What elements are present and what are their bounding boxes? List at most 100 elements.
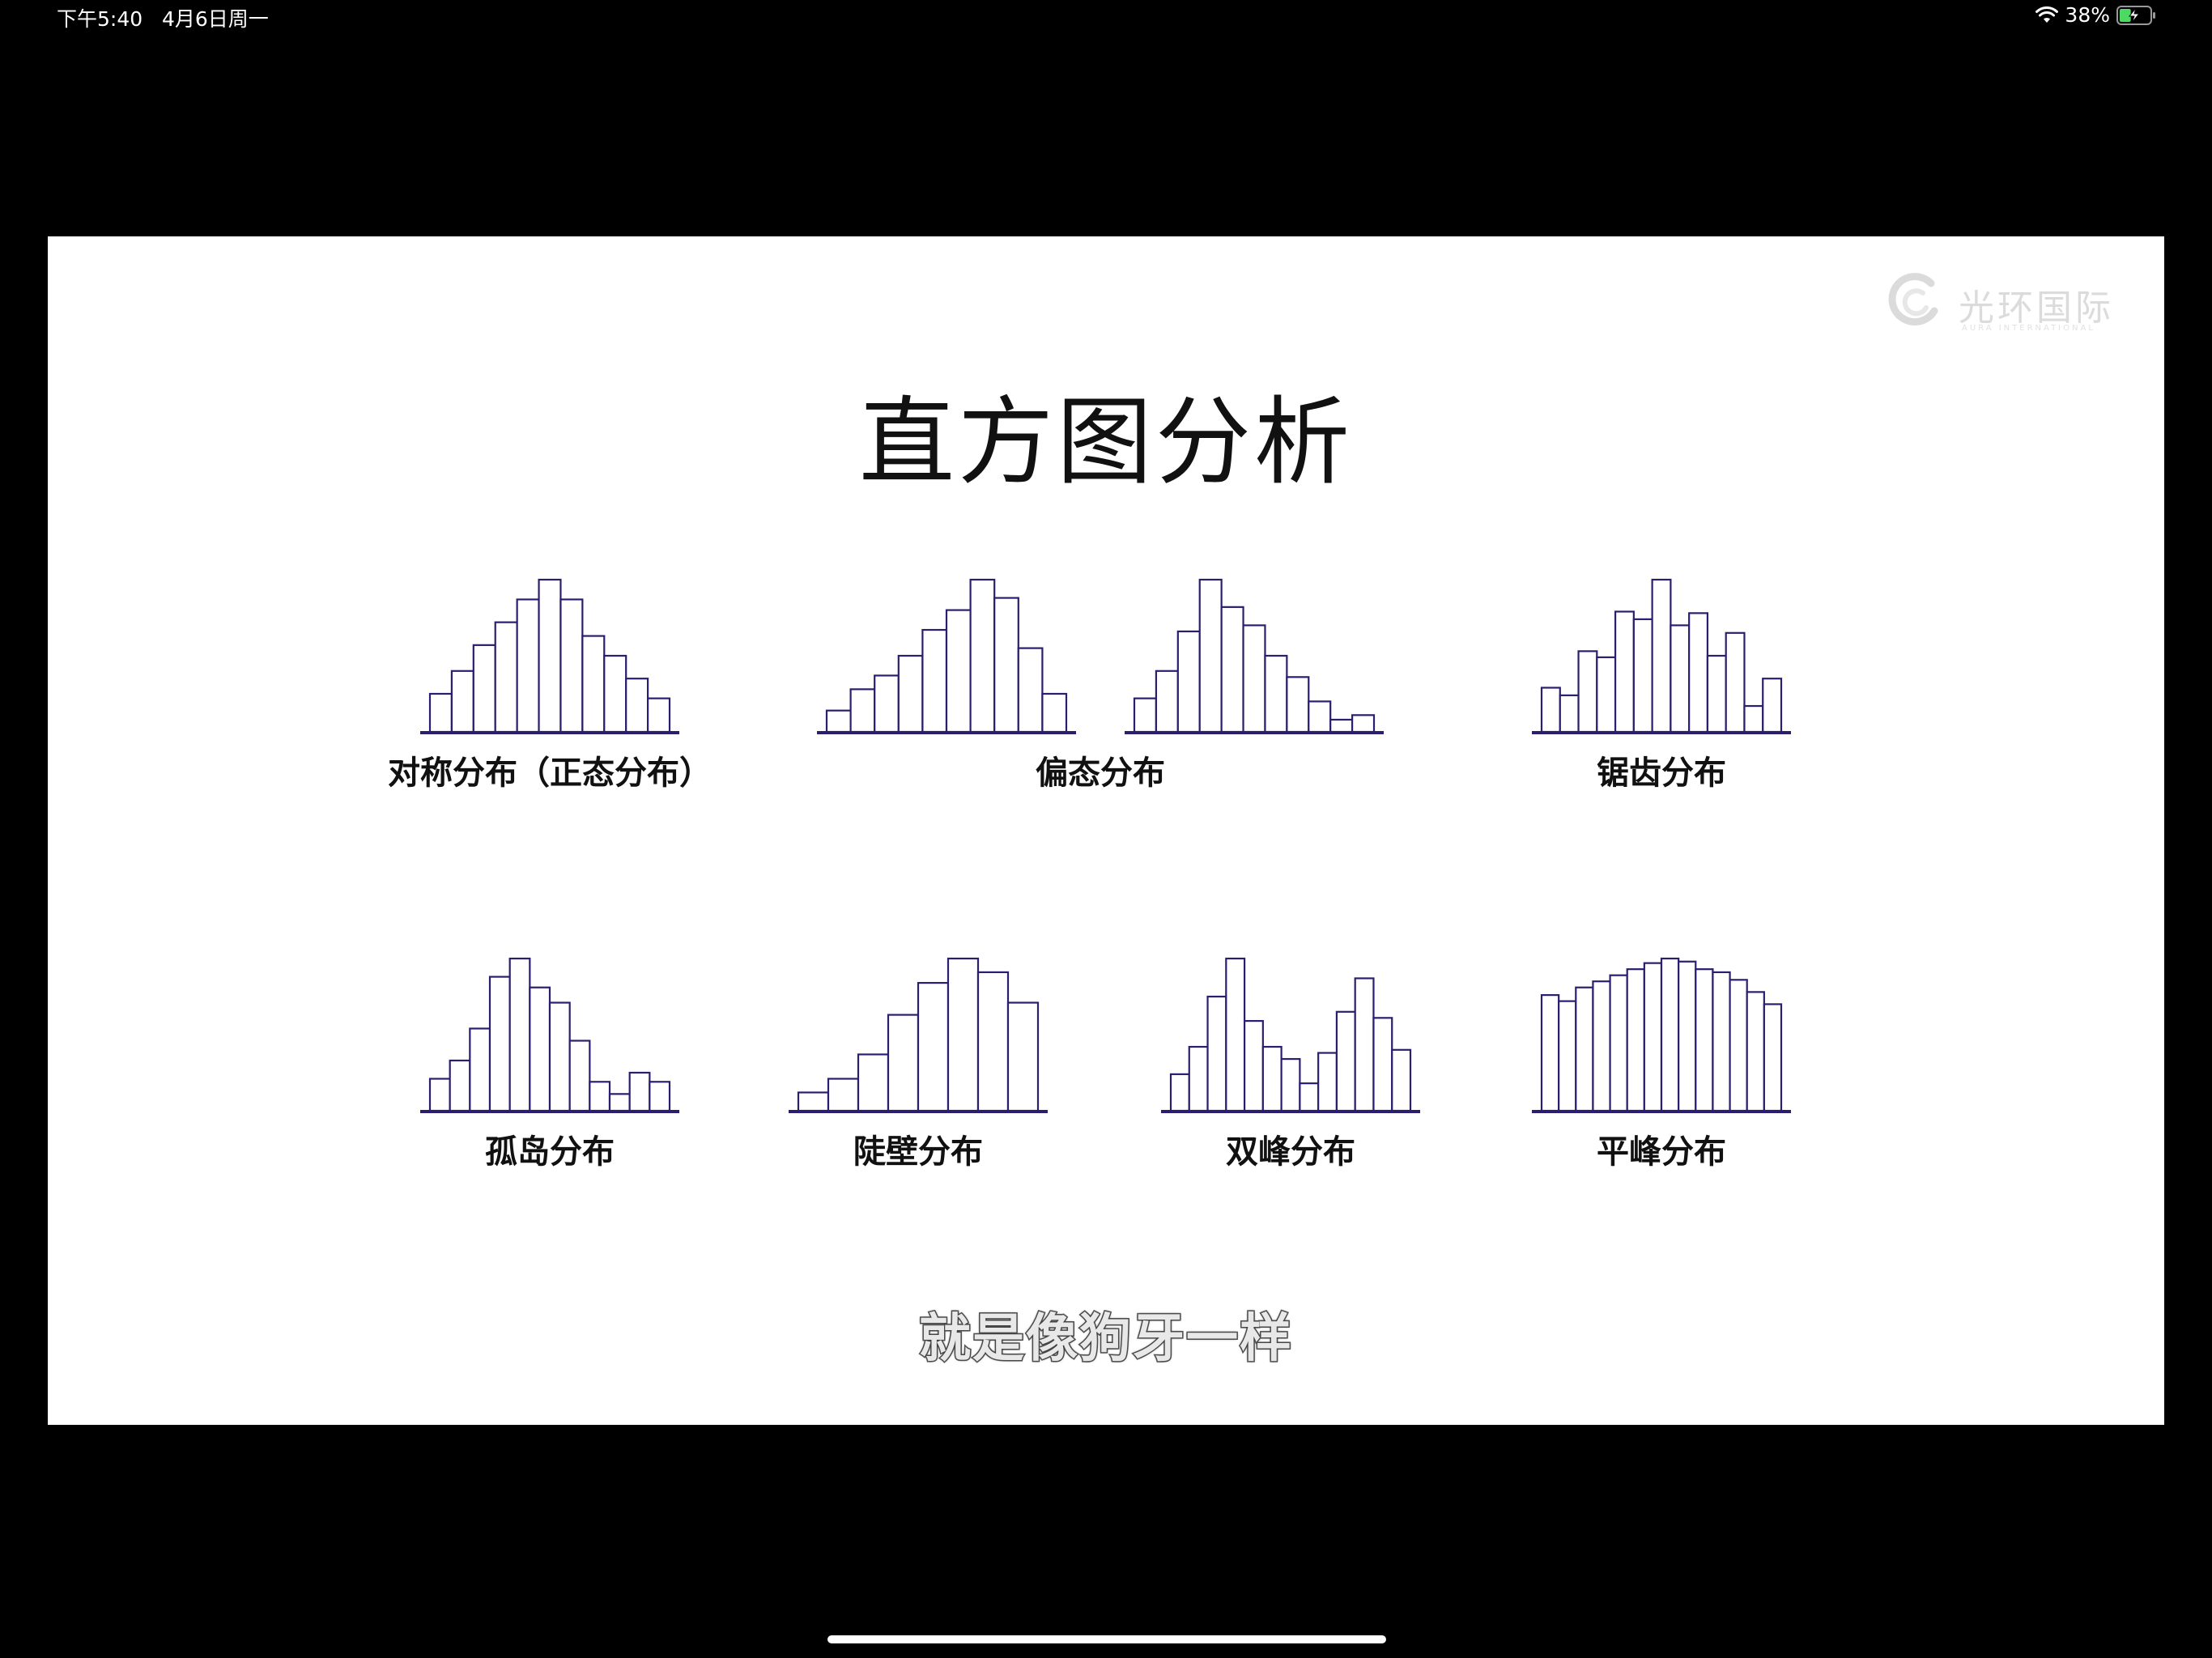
skew-left-bar-2 (849, 688, 876, 733)
cliff-bar-8 (1006, 1001, 1040, 1112)
island-bar-9 (589, 1081, 611, 1112)
skew-left-bar-7 (969, 578, 996, 733)
island-bar-1 (428, 1078, 451, 1112)
island-bar-5 (508, 957, 531, 1112)
histogram-sawtooth (1532, 578, 1791, 734)
sawtooth-bar-11 (1725, 631, 1746, 733)
skew-right-bar-1 (1133, 697, 1158, 733)
label-plateau: 平峰分布 (1597, 1133, 1726, 1171)
bimodal-bar-8 (1299, 1082, 1320, 1112)
skew-right-bar-5 (1220, 606, 1244, 733)
bimodal-bar-6 (1261, 1045, 1283, 1112)
symmetric-bar-6 (538, 578, 562, 733)
sawtooth-bar-2 (1559, 694, 1580, 733)
histogram-skew-right (1125, 578, 1384, 734)
sawtooth-bar-9 (1688, 612, 1709, 733)
cliff-bar-5 (917, 981, 950, 1112)
logo-swirl-icon (1888, 273, 1938, 326)
slide-title: 直方图分析 (858, 386, 1353, 498)
symmetric-bar-4 (494, 621, 518, 733)
sawtooth-bar-12 (1743, 704, 1764, 733)
sawtooth-bar-10 (1706, 654, 1727, 733)
symmetric-bar-5 (516, 598, 540, 733)
sawtooth-bar-8 (1670, 624, 1691, 733)
skew-left-bar-3 (874, 674, 900, 733)
island-bar-4 (488, 976, 511, 1112)
bimodal-bar-10 (1335, 1010, 1356, 1112)
skew-right-bar-3 (1176, 630, 1201, 733)
sawtooth-bar-3 (1577, 650, 1598, 733)
label-island: 孤岛分布 (485, 1133, 615, 1171)
logo-subtext: AURA INTERNATIONAL (1962, 324, 2095, 333)
bimodal-bar-2 (1188, 1045, 1209, 1112)
island-bar-11 (628, 1071, 651, 1112)
skew-right-bar-7 (1264, 654, 1288, 733)
skew-right-bar-2 (1155, 670, 1179, 733)
status-indicators: 38% (2035, 3, 2157, 27)
skew-left-bar-4 (897, 654, 924, 733)
histogram-island (420, 957, 679, 1113)
skew-left-bar-6 (945, 609, 972, 733)
plateau-bar-14 (1763, 1003, 1783, 1112)
bimodal-bar-12 (1372, 1017, 1393, 1112)
symmetric-bar-10 (625, 678, 649, 733)
skew-right-bar-6 (1242, 624, 1266, 733)
bimodal-bar-4 (1225, 957, 1246, 1112)
symmetric-bar-8 (581, 635, 606, 733)
symmetric-bar-2 (450, 670, 474, 733)
plateau-bar-11 (1712, 971, 1731, 1112)
plateau-bar-3 (1575, 986, 1594, 1112)
symmetric-bar-3 (472, 644, 496, 733)
histogram-cliff (789, 957, 1048, 1113)
label-cliff: 陡壁分布 (853, 1133, 983, 1171)
skew-right-bar-11 (1351, 714, 1376, 733)
skew-right-bar-10 (1329, 718, 1354, 733)
slide: 光环国际 AURA INTERNATIONAL 直方图分析 对称分布（正态分布）… (48, 236, 2164, 1425)
skew-left-bar-9 (1017, 647, 1044, 733)
battery-charging-icon (2116, 5, 2157, 25)
bimodal-bar-7 (1280, 1057, 1301, 1112)
skew-right-bar-4 (1198, 578, 1223, 733)
sawtooth-bar-1 (1540, 687, 1561, 733)
skew-left-bar-1 (825, 709, 852, 733)
symmetric-bar-11 (646, 697, 671, 733)
plateau-bar-2 (1558, 1000, 1577, 1112)
island-bar-7 (548, 1001, 571, 1112)
status-time: 下午5:40 4月6日周一 (57, 7, 269, 31)
home-indicator[interactable] (827, 1635, 1386, 1643)
bimodal-bar-1 (1169, 1073, 1190, 1112)
wifi-icon (2035, 6, 2059, 24)
symmetric-bar-9 (603, 654, 627, 733)
sawtooth-bar-6 (1632, 618, 1653, 733)
plateau-bar-7 (1643, 962, 1663, 1112)
battery-percent: 38% (2065, 3, 2110, 27)
cliff-bar-4 (887, 1014, 920, 1112)
cliff-bar-1 (797, 1091, 830, 1112)
sawtooth-bar-7 (1651, 578, 1672, 733)
plateau-bar-12 (1729, 979, 1748, 1112)
cliff-bar-7 (976, 971, 1010, 1112)
plateau-bar-8 (1660, 957, 1680, 1112)
plateau-bar-4 (1592, 980, 1611, 1112)
bimodal-bar-11 (1354, 977, 1375, 1112)
island-bar-3 (469, 1027, 491, 1112)
symmetric-bar-1 (428, 692, 453, 733)
histogram-symmetric (420, 578, 679, 734)
bimodal-bar-5 (1243, 1019, 1264, 1112)
bimodal-bar-13 (1391, 1048, 1412, 1112)
cliff-bar-3 (857, 1053, 890, 1112)
skew-left-bar-5 (921, 628, 948, 733)
skew-right-bar-8 (1286, 676, 1310, 733)
histogram-skew-left (817, 578, 1076, 734)
sawtooth-bar-5 (1614, 610, 1635, 733)
skew-left-bar-10 (1041, 692, 1068, 733)
skew-left-bar-8 (993, 597, 1019, 733)
island-bar-6 (529, 986, 551, 1112)
video-subtitle: 就是像狗牙一样 (918, 1308, 1293, 1371)
label-skewed: 偏态分布 (1036, 755, 1165, 792)
histogram-plateau (1532, 957, 1791, 1113)
cliff-bar-6 (946, 957, 980, 1112)
plateau-bar-10 (1695, 968, 1714, 1112)
island-bar-8 (568, 1039, 591, 1112)
cliff-bar-2 (827, 1078, 860, 1112)
